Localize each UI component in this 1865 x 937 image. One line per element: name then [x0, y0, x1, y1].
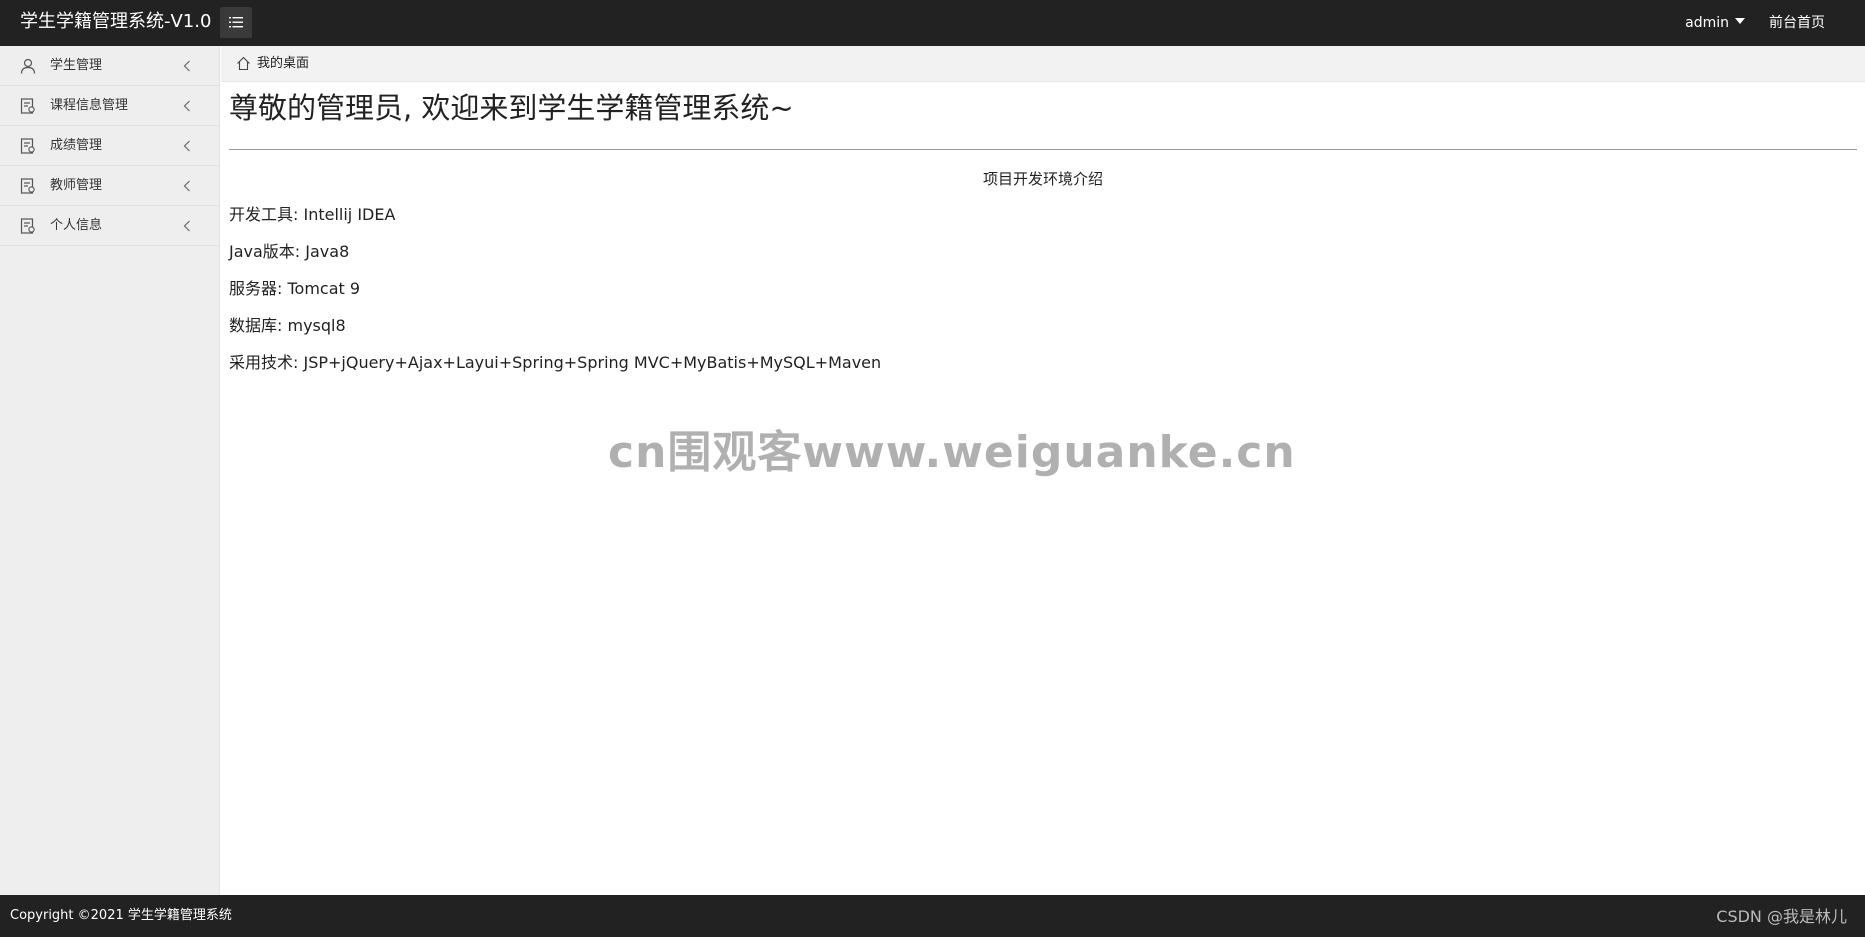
chevron-left-icon [183, 220, 190, 232]
main-content: 尊敬的管理员, 欢迎来到学生学籍管理系统~ 项目开发环境介绍 开发工具: Int… [229, 82, 1857, 895]
footer: Copyright ©2021 学生学籍管理系统 CSDN @我是林儿 [0, 895, 1865, 937]
user-icon [20, 58, 36, 74]
top-header: 学生学籍管理系统-V1.0 admin 前台首页 [0, 0, 1865, 46]
divider [229, 149, 1857, 150]
user-name: admin [1685, 15, 1729, 31]
sidebar-item-label: 个人信息 [50, 218, 103, 233]
info-line-database: 数据库: mysql8 [229, 316, 346, 335]
info-line-dev-tool: 开发工具: Intellij IDEA [229, 205, 396, 224]
app-logo[interactable]: 学生学籍管理系统-V1.0 [20, 10, 211, 34]
chevron-left-icon [183, 60, 190, 72]
sidebar-item-label: 教师管理 [50, 178, 103, 193]
watermark: cn围观客www.weiguanke.cn [608, 427, 1296, 478]
csdn-watermark: CSDN @我是林儿 [1716, 907, 1847, 926]
welcome-heading: 尊敬的管理员, 欢迎来到学生学籍管理系统~ [229, 91, 794, 125]
sidebar-item-course-management[interactable]: 课程信息管理 [0, 86, 219, 126]
document-icon [20, 98, 35, 114]
info-line-java-version: Java版本: Java8 [229, 242, 350, 261]
intro-title: 项目开发环境介绍 [982, 170, 1103, 188]
sidebar-item-label: 学生管理 [50, 58, 103, 73]
copyright-text: Copyright ©2021 学生学籍管理系统 [10, 908, 232, 923]
sidebar: 学生管理 课程信息管理 成绩管理 教师管理 个人信息 [0, 46, 220, 895]
list-icon [229, 17, 243, 28]
info-line-technologies: 采用技术: JSP+jQuery+Ajax+Layui+Spring+Sprin… [229, 353, 882, 372]
document-icon [20, 178, 35, 194]
breadcrumb: 我的桌面 [221, 46, 1865, 82]
front-home-link[interactable]: 前台首页 [1769, 14, 1825, 32]
breadcrumb-tab-desktop[interactable]: 我的桌面 [257, 56, 309, 72]
sidebar-item-label: 成绩管理 [50, 138, 103, 153]
chevron-left-icon [183, 180, 190, 192]
sidebar-item-personal-info[interactable]: 个人信息 [0, 206, 219, 246]
info-line-server: 服务器: Tomcat 9 [229, 279, 361, 298]
sidebar-item-grade-management[interactable]: 成绩管理 [0, 126, 219, 166]
menu-toggle-button[interactable] [220, 7, 252, 38]
home-icon [237, 56, 250, 71]
sidebar-item-teacher-management[interactable]: 教师管理 [0, 166, 219, 206]
chevron-left-icon [183, 140, 190, 152]
user-menu[interactable]: admin [1685, 14, 1745, 32]
document-icon [20, 138, 35, 154]
sidebar-item-label: 课程信息管理 [50, 98, 129, 113]
document-icon [20, 218, 35, 234]
sidebar-item-student-management[interactable]: 学生管理 [0, 46, 219, 86]
caret-down-icon [1735, 18, 1745, 24]
chevron-left-icon [183, 100, 190, 112]
